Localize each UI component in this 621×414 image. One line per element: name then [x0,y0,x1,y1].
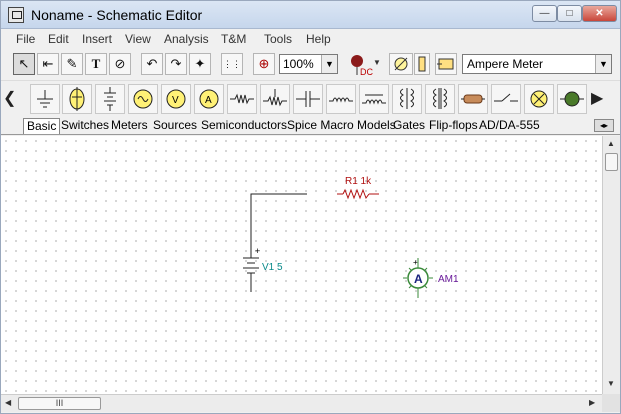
component-tabs: Basic Switches Meters Sources Semiconduc… [1,117,620,135]
line-text-icon[interactable]: ⊘ [109,53,131,75]
potentiometer-icon[interactable] [260,84,290,114]
voltmeter-probe-icon[interactable] [389,53,413,75]
svg-text:V: V [172,95,179,106]
chevron-right-icon[interactable]: ▶ [591,84,603,114]
menu-view[interactable]: View [125,32,151,46]
motor-icon[interactable] [557,84,587,114]
source-plus-label: + [255,246,260,256]
menu-analysis[interactable]: Analysis [164,32,209,46]
scroll-corner [602,394,620,412]
battery-source-icon[interactable] [62,84,92,114]
ammeter-icon[interactable]: A [194,84,224,114]
text-icon[interactable]: T [85,53,107,75]
dc-label: DC [360,67,373,77]
tab-basic[interactable]: Basic [23,118,61,134]
voltage-source-v1[interactable]: + V1 5 [243,246,283,292]
switch-icon[interactable] [491,84,521,114]
lamp-icon[interactable] [524,84,554,114]
schematic-canvas[interactable]: R1 1k + V1 5 A + AM1 [1,136,602,394]
svg-text:A: A [205,95,212,106]
chevron-left-icon[interactable]: ❮ [3,84,16,114]
vertical-scrollbar[interactable]: ▲ ▼ [602,136,620,394]
menu-insert[interactable]: Insert [82,32,112,46]
svg-text:▼: ▼ [373,58,381,67]
tab-semiconductors[interactable]: Semiconductors [198,118,290,134]
tab-sources[interactable]: Sources [150,118,200,134]
probe-icon[interactable] [414,53,430,75]
schematic-drawing: R1 1k + V1 5 A + AM1 [243,176,459,298]
resistor-icon[interactable] [227,84,257,114]
resistor-label: R1 1k [345,176,372,187]
scroll-left-icon[interactable]: ◀ [5,398,11,407]
window-title: Noname - Schematic Editor [31,7,203,23]
horizontal-scroll-thumb[interactable]: III [18,397,101,410]
horizontal-scrollbar[interactable]: ◀ III ▶ [1,394,602,412]
menu-tools[interactable]: Tools [264,32,292,46]
ammeter-am1[interactable]: A + AM1 [403,258,459,298]
dc-source-icon: DC ▼ [351,55,381,77]
tab-meters[interactable]: Meters [108,118,151,134]
ground-icon[interactable] [30,84,60,114]
zoom-value: 100% [283,57,314,71]
tab-gates[interactable]: Gates [390,118,428,134]
node-icon[interactable]: ✦ [189,53,211,75]
chevron-down-icon[interactable]: ▼ [321,55,337,73]
component-select[interactable]: Ampere Meter ▼ [462,54,612,74]
voltmeter-icon[interactable]: V [161,84,191,114]
menu-bar: File Edit Insert View Analysis T&M Tools… [1,29,620,49]
vertical-scroll-thumb[interactable] [605,153,618,171]
tab-switches[interactable]: Switches [58,118,112,134]
tab-spice-macro-models[interactable]: Spice Macro Models [284,118,399,134]
wire-icon[interactable]: ⇤ [37,53,59,75]
source-label: V1 5 [262,262,283,273]
tab-flip-flops[interactable]: Flip-flops [426,118,481,134]
grid-icon[interactable]: ⋮⋮ [221,53,243,75]
component-insert-icon[interactable] [435,53,457,75]
minimize-button[interactable]: — [532,5,557,22]
menu-help[interactable]: Help [306,32,331,46]
zoom-icon[interactable]: ⊕ [253,53,275,75]
close-button[interactable]: ✕ [582,5,617,22]
voltage-generator-icon[interactable] [128,84,158,114]
redo-icon[interactable]: ↷ [165,53,187,75]
pencil-icon[interactable]: ✎ [61,53,83,75]
chevron-down-icon[interactable]: ▼ [595,55,611,73]
main-toolbar: ↖ ⇤ ✎ T ⊘ ↶ ↷ ✦ ⋮⋮ ⊕ 100% ▼ DC ▼ Ampere … [1,50,620,80]
zoom-select[interactable]: 100% ▼ [279,54,338,74]
ammeter-symbol: A [414,272,423,286]
capacitor-icon[interactable] [293,84,323,114]
maximize-button[interactable]: □ [557,5,582,22]
transformer-icon[interactable] [392,84,422,114]
dc-analysis-button[interactable]: DC ▼ [345,53,381,77]
schematic-editor-window: Noname - Schematic Editor — □ ✕ File Edi… [0,0,621,414]
scroll-up-icon[interactable]: ▲ [607,139,615,148]
multi-battery-icon[interactable] [95,84,125,114]
tab-ad-da-555[interactable]: AD/DA-555 [476,118,543,134]
menu-file[interactable]: File [16,32,35,46]
ammeter-plus-label: + [413,258,418,267]
inductor-icon[interactable] [326,84,356,114]
title-bar: Noname - Schematic Editor — □ ✕ [1,1,620,29]
inductor-core-icon[interactable] [359,84,389,114]
wire[interactable] [250,193,307,246]
resistor-r1[interactable]: R1 1k [337,176,379,200]
ammeter-label: AM1 [438,274,459,285]
scroll-right-icon[interactable]: ▶ [589,398,595,407]
transformer-ct-icon[interactable] [425,84,455,114]
select-arrow-icon[interactable]: ↖ [13,53,35,75]
relay-icon[interactable] [458,84,488,114]
component-value: Ampere Meter [467,57,544,71]
component-palette: ❮ V A ▶ [1,80,620,116]
menu-tm[interactable]: T&M [221,32,246,46]
menu-edit[interactable]: Edit [48,32,69,46]
scroll-down-icon[interactable]: ▼ [607,379,615,388]
undo-icon[interactable]: ↶ [141,53,163,75]
tab-scroll-buttons[interactable]: ◂▸ [594,119,614,132]
app-icon[interactable] [8,7,24,23]
